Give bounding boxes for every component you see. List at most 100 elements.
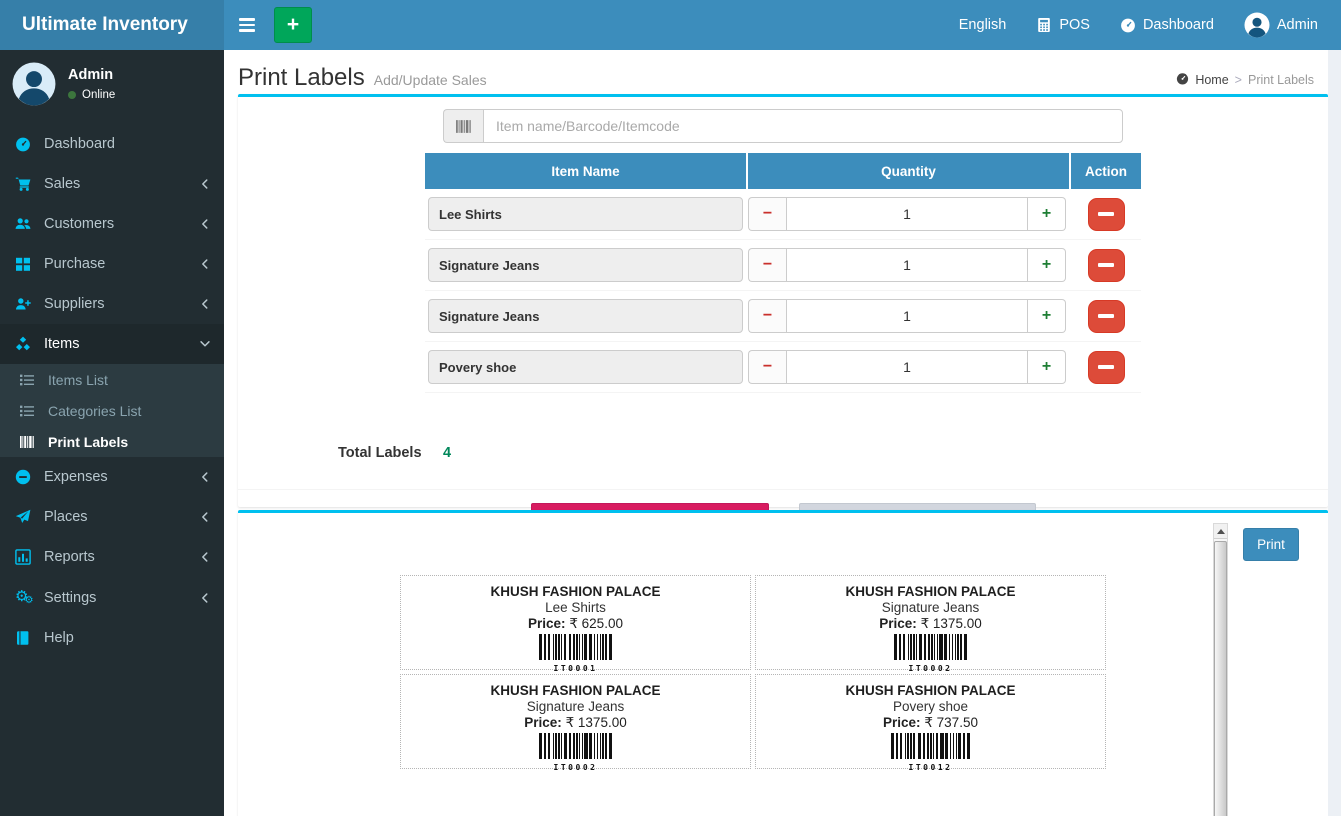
online-status-icon [68, 91, 76, 99]
gears-icon: ⚙⚙ [15, 589, 37, 606]
minus-icon [1098, 314, 1114, 318]
calculator-icon [1036, 17, 1052, 33]
quantity-increase-button[interactable]: + [1028, 248, 1066, 282]
sidebar-item-purchase[interactable]: Purchase [0, 244, 224, 284]
remove-row-button[interactable] [1088, 300, 1125, 333]
label-item-name: Signature Jeans [401, 699, 750, 714]
breadcrumb-home-link[interactable]: Home [1195, 73, 1228, 87]
quantity-decrease-button[interactable]: − [748, 299, 786, 333]
label-barcode-image [891, 733, 969, 759]
label-item-name: Povery shoe [756, 699, 1105, 714]
scrollbar-thumb[interactable] [1214, 541, 1227, 816]
breadcrumb: Home > Print Labels [1176, 72, 1314, 88]
plus-icon: + [1042, 307, 1051, 325]
items-table: Item Name Quantity Action −+−+−+−+ [425, 153, 1141, 393]
label-price: Price: ₹ 1375.00 [401, 715, 750, 731]
user-name: Admin [68, 67, 115, 83]
minus-icon [1098, 263, 1114, 267]
label-price: Price: ₹ 737.50 [756, 715, 1105, 731]
printed-label: KHUSH FASHION PALACEPovery shoePrice: ₹ … [755, 674, 1106, 769]
list-icon [19, 372, 41, 388]
sidebar-subitem-items-list[interactable]: Items List [0, 364, 224, 395]
sidebar-item-places[interactable]: Places [0, 497, 224, 537]
scroll-up-arrow-icon [1217, 529, 1225, 534]
chevron-left-icon [198, 217, 212, 231]
sidebar-item-customers[interactable]: Customers [0, 204, 224, 244]
item-search-input[interactable] [483, 109, 1123, 143]
quantity-increase-button[interactable]: + [1028, 350, 1066, 384]
navbar-link-pos[interactable]: POS [1021, 0, 1105, 50]
app-logo[interactable]: Ultimate Inventory [0, 0, 224, 50]
label-store-name: KHUSH FASHION PALACE [401, 683, 750, 698]
navbar-link-label: English [959, 17, 1007, 33]
book-icon [15, 630, 37, 646]
quantity-decrease-button[interactable]: − [748, 197, 786, 231]
minus-icon [1098, 365, 1114, 369]
chevron-down-icon [198, 337, 212, 351]
item-name-field[interactable] [428, 248, 743, 282]
preview-scrollbar[interactable] [1213, 523, 1228, 816]
table-row: −+ [425, 240, 1141, 291]
remove-row-button[interactable] [1088, 198, 1125, 231]
sidebar-toggle-button[interactable] [224, 0, 270, 50]
minus-icon: − [763, 307, 772, 325]
remove-row-button[interactable] [1088, 249, 1125, 282]
quick-add-button[interactable]: + [274, 7, 312, 43]
barcode-icon [443, 109, 483, 143]
sidebar-item-expenses[interactable]: Expenses [0, 457, 224, 497]
sidebar-item-settings[interactable]: ⚙⚙Settings [0, 577, 224, 618]
sidebar-menu: DashboardSalesCustomersPurchaseSuppliers… [0, 124, 224, 658]
quantity-input[interactable] [786, 248, 1028, 282]
dashboard-icon [1176, 72, 1189, 88]
navbar-link-english[interactable]: English [944, 0, 1022, 50]
cubes-icon [15, 336, 37, 352]
navbar-link-admin[interactable]: Admin [1229, 0, 1333, 50]
page-title: Print Labels [238, 64, 365, 92]
label-price: Price: ₹ 1375.00 [756, 616, 1105, 632]
remove-row-button[interactable] [1088, 351, 1125, 384]
sidebar-subitem-print-labels[interactable]: Print Labels [0, 426, 224, 457]
label-item-code: IT0012 [756, 763, 1105, 772]
item-name-field[interactable] [428, 197, 743, 231]
quantity-input[interactable] [786, 350, 1028, 384]
sidebar-item-items[interactable]: Items [0, 324, 224, 364]
page-subtitle: Add/Update Sales [374, 72, 487, 88]
label-barcode-image [894, 634, 966, 660]
label-item-code: IT0001 [401, 664, 750, 673]
label-item-code: IT0002 [756, 664, 1105, 673]
navbar-link-dashboard[interactable]: Dashboard [1105, 0, 1229, 50]
list-icon [19, 403, 41, 419]
sidebar-item-suppliers[interactable]: Suppliers [0, 284, 224, 324]
item-name-field[interactable] [428, 350, 743, 384]
printed-label: KHUSH FASHION PALACESignature JeansPrice… [400, 674, 751, 769]
item-name-field[interactable] [428, 299, 743, 333]
chevron-left-icon [198, 591, 212, 605]
print-button[interactable]: Print [1243, 528, 1299, 561]
quantity-input[interactable] [786, 197, 1028, 231]
scrollbar-up-button[interactable] [1214, 524, 1227, 539]
content-right-margin [1328, 50, 1341, 816]
column-header-action: Action [1071, 153, 1141, 189]
label-barcode-image [539, 733, 611, 759]
minus-circle-icon [15, 469, 37, 485]
sidebar-subitem-categories-list[interactable]: Categories List [0, 395, 224, 426]
quantity-decrease-button[interactable]: − [748, 350, 786, 384]
quantity-increase-button[interactable]: + [1028, 299, 1066, 333]
table-body: −+−+−+−+ [425, 189, 1141, 393]
table-row: −+ [425, 342, 1141, 393]
sidebar-item-reports[interactable]: Reports [0, 537, 224, 577]
plus-icon: + [287, 13, 299, 36]
quantity-decrease-button[interactable]: − [748, 248, 786, 282]
gauge-icon [1120, 17, 1136, 33]
sidebar-submenu-items: Items ListCategories ListPrint Labels [0, 364, 224, 457]
chevron-left-icon [198, 257, 212, 271]
quantity-increase-button[interactable]: + [1028, 197, 1066, 231]
grid-icon [15, 256, 37, 272]
label-item-name: Signature Jeans [756, 600, 1105, 615]
column-header-quantity: Quantity [748, 153, 1069, 189]
sidebar-item-help[interactable]: Help [0, 618, 224, 658]
quantity-input[interactable] [786, 299, 1028, 333]
sidebar-item-sales[interactable]: Sales [0, 164, 224, 204]
avatar-icon [1244, 12, 1270, 38]
sidebar-item-dashboard[interactable]: Dashboard [0, 124, 224, 164]
